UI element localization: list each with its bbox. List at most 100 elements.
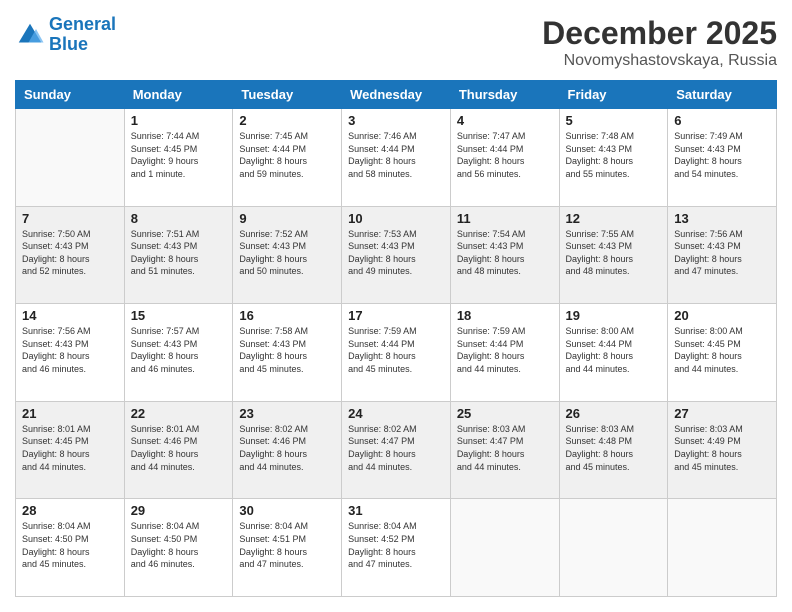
calendar-cell [16,109,125,207]
calendar-cell: 20 Sunrise: 8:00 AM Sunset: 4:45 PM Dayli… [668,304,777,402]
day-info: Sunrise: 7:58 AM Sunset: 4:43 PM Dayligh… [239,325,335,375]
day-info: Sunrise: 8:00 AM Sunset: 4:45 PM Dayligh… [674,325,770,375]
header: General Blue December 2025 Novomyshastov… [15,15,777,70]
day-number: 14 [22,308,118,323]
calendar-cell: 17 Sunrise: 7:59 AM Sunset: 4:44 PM Dayli… [342,304,451,402]
weekday-header-row: Sunday Monday Tuesday Wednesday Thursday… [16,81,777,109]
calendar-cell: 31 Sunrise: 8:04 AM Sunset: 4:52 PM Dayli… [342,499,451,597]
header-thursday: Thursday [450,81,559,109]
day-info: Sunrise: 7:54 AM Sunset: 4:43 PM Dayligh… [457,228,553,278]
calendar-cell: 25 Sunrise: 8:03 AM Sunset: 4:47 PM Dayli… [450,401,559,499]
day-number: 20 [674,308,770,323]
day-number: 10 [348,211,444,226]
calendar-cell [450,499,559,597]
header-wednesday: Wednesday [342,81,451,109]
header-monday: Monday [124,81,233,109]
calendar-cell: 16 Sunrise: 7:58 AM Sunset: 4:43 PM Dayli… [233,304,342,402]
day-number: 7 [22,211,118,226]
day-number: 1 [131,113,227,128]
day-number: 2 [239,113,335,128]
month-title: December 2025 [542,15,777,52]
day-number: 17 [348,308,444,323]
day-info: Sunrise: 7:53 AM Sunset: 4:43 PM Dayligh… [348,228,444,278]
day-info: Sunrise: 7:45 AM Sunset: 4:44 PM Dayligh… [239,130,335,180]
day-info: Sunrise: 7:47 AM Sunset: 4:44 PM Dayligh… [457,130,553,180]
calendar-cell: 19 Sunrise: 8:00 AM Sunset: 4:44 PM Dayli… [559,304,668,402]
day-info: Sunrise: 8:03 AM Sunset: 4:47 PM Dayligh… [457,423,553,473]
header-tuesday: Tuesday [233,81,342,109]
calendar-cell: 27 Sunrise: 8:03 AM Sunset: 4:49 PM Dayli… [668,401,777,499]
calendar-table: Sunday Monday Tuesday Wednesday Thursday… [15,80,777,597]
logo-icon [15,20,45,50]
day-number: 13 [674,211,770,226]
day-number: 8 [131,211,227,226]
page: General Blue December 2025 Novomyshastov… [0,0,792,612]
logo: General Blue [15,15,116,55]
calendar-cell: 22 Sunrise: 8:01 AM Sunset: 4:46 PM Dayli… [124,401,233,499]
day-number: 22 [131,406,227,421]
day-number: 11 [457,211,553,226]
day-info: Sunrise: 7:56 AM Sunset: 4:43 PM Dayligh… [674,228,770,278]
day-info: Sunrise: 8:03 AM Sunset: 4:48 PM Dayligh… [566,423,662,473]
calendar-cell: 11 Sunrise: 7:54 AM Sunset: 4:43 PM Dayli… [450,206,559,304]
calendar-cell: 6 Sunrise: 7:49 AM Sunset: 4:43 PM Daylig… [668,109,777,207]
location: Novomyshastovskaya, Russia [542,52,777,70]
week-row-3: 14 Sunrise: 7:56 AM Sunset: 4:43 PM Dayli… [16,304,777,402]
day-info: Sunrise: 8:00 AM Sunset: 4:44 PM Dayligh… [566,325,662,375]
day-number: 27 [674,406,770,421]
day-number: 21 [22,406,118,421]
day-number: 23 [239,406,335,421]
day-info: Sunrise: 8:03 AM Sunset: 4:49 PM Dayligh… [674,423,770,473]
day-info: Sunrise: 8:01 AM Sunset: 4:46 PM Dayligh… [131,423,227,473]
calendar-cell: 5 Sunrise: 7:48 AM Sunset: 4:43 PM Daylig… [559,109,668,207]
calendar-cell: 2 Sunrise: 7:45 AM Sunset: 4:44 PM Daylig… [233,109,342,207]
calendar-cell: 28 Sunrise: 8:04 AM Sunset: 4:50 PM Dayli… [16,499,125,597]
day-info: Sunrise: 7:48 AM Sunset: 4:43 PM Dayligh… [566,130,662,180]
day-info: Sunrise: 8:01 AM Sunset: 4:45 PM Dayligh… [22,423,118,473]
day-number: 19 [566,308,662,323]
day-info: Sunrise: 7:57 AM Sunset: 4:43 PM Dayligh… [131,325,227,375]
day-number: 30 [239,503,335,518]
day-info: Sunrise: 8:04 AM Sunset: 4:50 PM Dayligh… [131,520,227,570]
day-info: Sunrise: 7:50 AM Sunset: 4:43 PM Dayligh… [22,228,118,278]
calendar-cell: 10 Sunrise: 7:53 AM Sunset: 4:43 PM Dayli… [342,206,451,304]
calendar-cell: 24 Sunrise: 8:02 AM Sunset: 4:47 PM Dayli… [342,401,451,499]
day-info: Sunrise: 7:44 AM Sunset: 4:45 PM Dayligh… [131,130,227,180]
day-number: 6 [674,113,770,128]
week-row-4: 21 Sunrise: 8:01 AM Sunset: 4:45 PM Dayli… [16,401,777,499]
day-info: Sunrise: 7:59 AM Sunset: 4:44 PM Dayligh… [348,325,444,375]
day-info: Sunrise: 7:56 AM Sunset: 4:43 PM Dayligh… [22,325,118,375]
header-saturday: Saturday [668,81,777,109]
day-number: 24 [348,406,444,421]
day-info: Sunrise: 8:04 AM Sunset: 4:50 PM Dayligh… [22,520,118,570]
day-number: 16 [239,308,335,323]
day-info: Sunrise: 7:49 AM Sunset: 4:43 PM Dayligh… [674,130,770,180]
calendar-cell: 8Sunrise: 7:51 AM Sunset: 4:43 PM Daylig… [124,206,233,304]
calendar-cell: 26Sunrise: 8:03 AM Sunset: 4:48 PM Dayli… [559,401,668,499]
day-info: Sunrise: 7:46 AM Sunset: 4:44 PM Dayligh… [348,130,444,180]
day-info: Sunrise: 8:02 AM Sunset: 4:46 PM Dayligh… [239,423,335,473]
day-info: Sunrise: 8:02 AM Sunset: 4:47 PM Dayligh… [348,423,444,473]
calendar-cell: 7 Sunrise: 7:50 AM Sunset: 4:43 PM Daylig… [16,206,125,304]
day-number: 28 [22,503,118,518]
calendar-cell: 3 Sunrise: 7:46 AM Sunset: 4:44 PM Daylig… [342,109,451,207]
day-number: 5 [566,113,662,128]
week-row-2: 7 Sunrise: 7:50 AM Sunset: 4:43 PM Daylig… [16,206,777,304]
day-number: 25 [457,406,553,421]
day-info: Sunrise: 8:04 AM Sunset: 4:52 PM Dayligh… [348,520,444,570]
day-number: 18 [457,308,553,323]
calendar-cell: 1 Sunrise: 7:44 AM Sunset: 4:45 PM Daylig… [124,109,233,207]
day-info: Sunrise: 7:52 AM Sunset: 4:43 PM Dayligh… [239,228,335,278]
day-number: 12 [566,211,662,226]
day-info: Sunrise: 7:59 AM Sunset: 4:44 PM Dayligh… [457,325,553,375]
day-number: 31 [348,503,444,518]
calendar-cell: 13 Sunrise: 7:56 AM Sunset: 4:43 PM Dayli… [668,206,777,304]
header-sunday: Sunday [16,81,125,109]
calendar-cell [668,499,777,597]
title-block: December 2025 Novomyshastovskaya, Russia [542,15,777,70]
day-number: 29 [131,503,227,518]
week-row-5: 28 Sunrise: 8:04 AM Sunset: 4:50 PM Dayli… [16,499,777,597]
day-number: 4 [457,113,553,128]
day-number: 3 [348,113,444,128]
day-number: 15 [131,308,227,323]
